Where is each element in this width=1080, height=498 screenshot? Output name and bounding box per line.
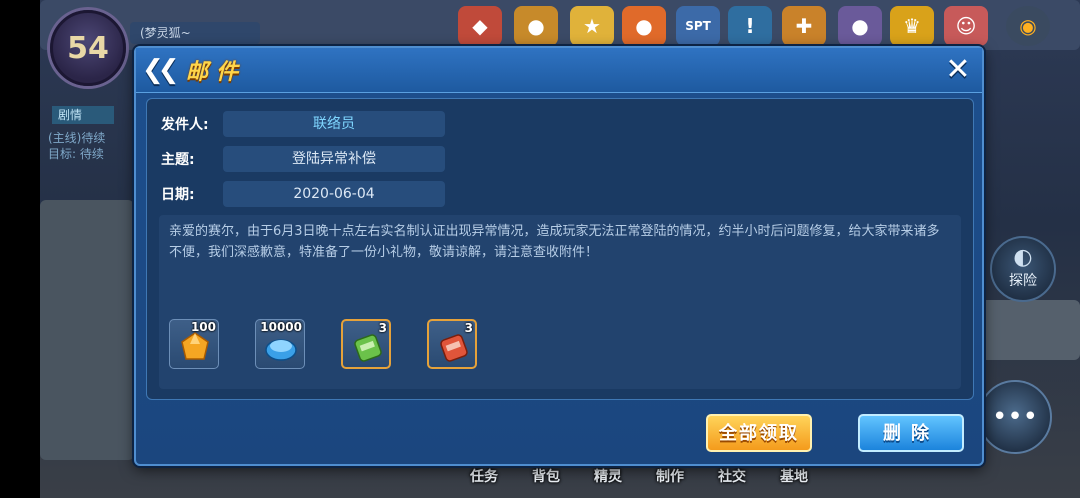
sender-label: 发件人: — [161, 117, 209, 133]
sender-value: 联络员 — [223, 111, 445, 137]
nav-item-craft[interactable]: 制作 — [646, 466, 694, 486]
spt-icon[interactable]: SPT — [676, 6, 720, 46]
date-row: 日期: 2020-06-04 — [161, 181, 445, 207]
dialog-title: 邮件 — [186, 60, 247, 85]
scene-decoration — [980, 300, 1080, 360]
trophy-icon[interactable]: ♛ — [890, 6, 934, 46]
friend-icon[interactable]: ☺ — [944, 6, 988, 46]
nav-item-social[interactable]: 社交 — [708, 466, 756, 486]
back-chevron-icon[interactable]: ❮❮ — [142, 55, 182, 85]
quest-line: (主线)待续 — [48, 131, 106, 145]
attachment-qty: 10000 — [260, 320, 302, 334]
bomb-icon[interactable]: ● — [838, 6, 882, 46]
pet-icon[interactable]: ● — [622, 6, 666, 46]
explore-button[interactable]: ◐ 探险 — [990, 236, 1056, 302]
map-pin-icon[interactable]: ◉ — [1006, 6, 1050, 46]
subject-row: 主题: 登陆异常补偿 — [161, 146, 445, 172]
quest-tab[interactable]: 剧情 — [52, 106, 114, 124]
bottom-nav: 任务 背包 精灵 制作 社交 基地 — [460, 466, 818, 486]
event-icon[interactable]: ◆ — [458, 6, 502, 46]
nav-item-bag[interactable]: 背包 — [522, 466, 570, 486]
gift-icon[interactable]: ✚ — [782, 6, 826, 46]
nav-item-base[interactable]: 基地 — [770, 466, 818, 486]
attachment-slot[interactable]: 3 — [341, 319, 391, 369]
planet-icon: ◐ — [1013, 245, 1033, 270]
close-icon[interactable]: ✕ — [942, 54, 974, 86]
message-body: 亲爱的赛尔，由于6月3日晚十点左右实名制认证出现异常情况，造成玩家无法正常登陆的… — [169, 224, 940, 260]
date-value: 2020-06-04 — [223, 181, 445, 207]
hero-icon[interactable]: ★ — [570, 6, 614, 46]
attachment-slot[interactable]: 100 — [169, 319, 219, 369]
character-icon[interactable]: ● — [514, 6, 558, 46]
player-name: (梦灵狐~ — [130, 22, 260, 44]
subject-label: 主题: — [161, 152, 195, 168]
dialog-header: ❮❮ 邮件 ✕ — [136, 48, 982, 93]
mail-content-panel: 发件人: 联络员 主题: 登陆异常补偿 日期: 2020-06-04 亲爱的赛尔… — [146, 98, 974, 400]
green-capsule-icon — [354, 334, 382, 362]
notice-icon[interactable]: ! — [728, 6, 772, 46]
attachment-qty: 100 — [190, 320, 216, 334]
blue-bean-coin-icon — [265, 339, 297, 361]
subject-value: 登陆异常补偿 — [223, 146, 445, 172]
sender-row: 发件人: 联络员 — [161, 111, 445, 137]
orange-crystal-icon — [181, 332, 209, 360]
explore-label: 探险 — [1009, 273, 1037, 289]
mail-dialog: ❮❮ 邮件 ✕ 发件人: 联络员 主题: 登陆异常补偿 日期: 2020-06-… — [134, 46, 984, 466]
quest-line: 目标: 待续 — [48, 147, 104, 161]
nav-item-tasks[interactable]: 任务 — [460, 466, 508, 486]
attachment-qty: 3 — [464, 321, 473, 335]
message-box: 亲爱的赛尔，由于6月3日晚十点左右实名制认证出现异常情况，造成玩家无法正常登陆的… — [159, 215, 961, 389]
date-label: 日期: — [161, 187, 195, 203]
attachment-slot[interactable]: 3 — [427, 319, 477, 369]
attachment-list: 100 10000 3 3 — [169, 319, 477, 369]
quest-tracker[interactable]: (主线)待续 目标: 待续 — [48, 130, 105, 162]
nav-item-pets[interactable]: 精灵 — [584, 466, 632, 486]
attachment-slot[interactable]: 10000 — [255, 319, 305, 369]
chat-bubble-icon: ••• — [991, 402, 1038, 432]
level-badge[interactable]: 54 — [50, 10, 126, 86]
red-capsule-icon — [440, 334, 468, 362]
chat-button[interactable]: ••• — [978, 380, 1052, 454]
scene-decoration — [40, 200, 134, 460]
claim-all-button[interactable]: 全部领取 — [706, 414, 812, 452]
delete-button[interactable]: 删除 — [858, 414, 964, 452]
attachment-qty: 3 — [378, 321, 387, 335]
